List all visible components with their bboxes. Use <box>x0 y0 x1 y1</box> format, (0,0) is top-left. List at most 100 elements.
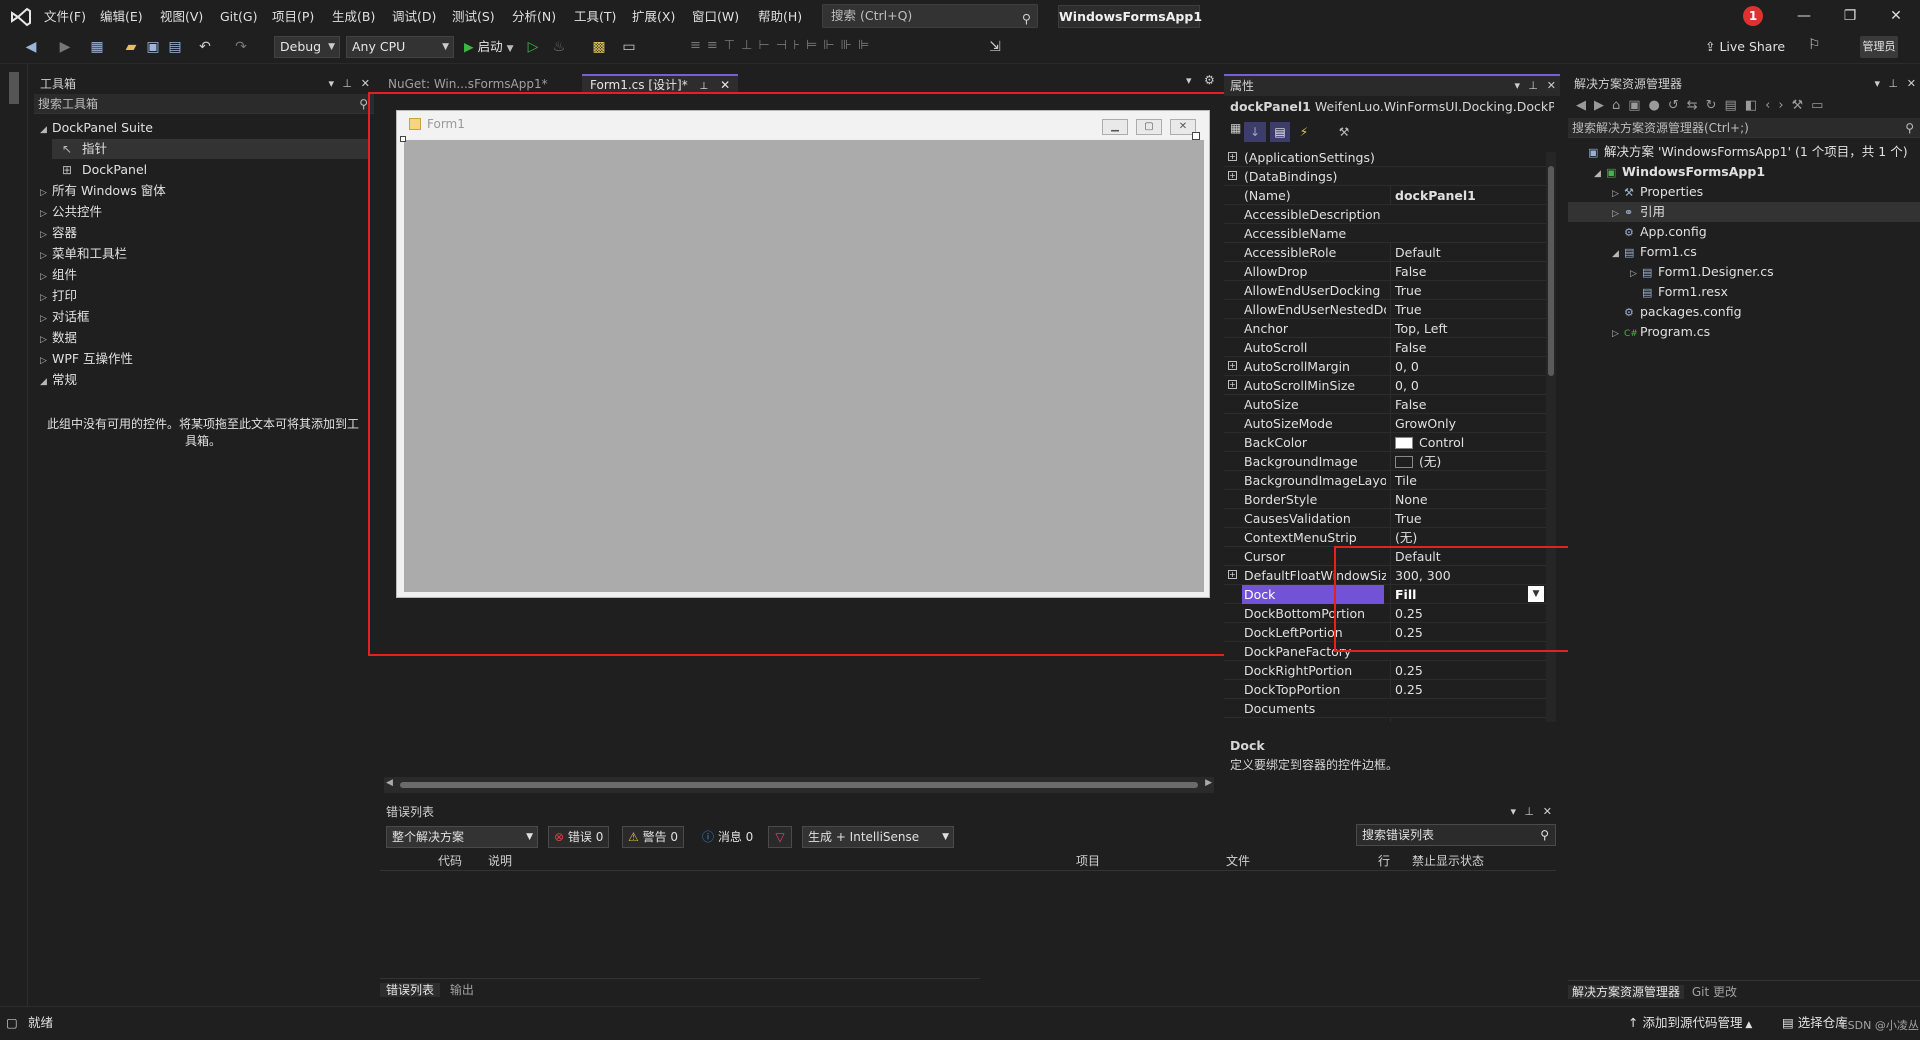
close-icon[interactable]: ✕ <box>720 78 730 92</box>
toolbox-group[interactable]: ▷ 菜单和工具栏 <box>40 244 368 264</box>
property-row[interactable]: DockTopPortion 0.25 <box>1224 680 1554 699</box>
chevron-collapsed-icon[interactable]: ▷ <box>1612 324 1624 344</box>
source-select[interactable]: 生成 + IntelliSense ▼ <box>802 826 954 848</box>
errors-filter-button[interactable]: ⊗ 错误 0 <box>548 826 610 848</box>
menu-item[interactable]: 分析(N) <box>512 7 556 27</box>
tab-git-changes[interactable]: Git 更改 <box>1688 985 1741 999</box>
column-header-code[interactable]: 代码 <box>438 852 462 870</box>
toolbox-group[interactable]: ▷ 公共控件 <box>40 202 368 222</box>
chevron-expanded-icon[interactable]: ◢ <box>1594 164 1606 184</box>
property-row[interactable]: Documents <box>1224 699 1554 718</box>
column-header-suppression[interactable]: 禁止显示状态 <box>1412 852 1484 870</box>
dropdown-icon[interactable]: ▾ <box>328 74 334 94</box>
solution-search-input[interactable]: 搜索解决方案资源管理器(Ctrl+;) ⚲ <box>1568 118 1920 138</box>
property-value[interactable]: Control <box>1390 433 1544 452</box>
platform-select[interactable]: Any CPU ▼ <box>346 36 454 58</box>
toolbox-group[interactable]: ◢ DockPanel Suite <box>40 118 368 138</box>
property-value[interactable]: 0 <box>1390 718 1544 722</box>
property-row[interactable]: ContextMenuStrip (无) <box>1224 528 1554 547</box>
menu-item[interactable]: 扩展(X) <box>632 7 675 27</box>
property-value[interactable]: None <box>1390 490 1544 509</box>
column-header-project[interactable]: 项目 <box>1076 852 1100 870</box>
error-search-input[interactable]: 搜索错误列表 ⚲ <box>1356 824 1556 846</box>
property-value[interactable]: False <box>1390 395 1544 414</box>
categorized-icon[interactable]: ▦ <box>1230 121 1241 135</box>
property-value[interactable]: True <box>1390 509 1544 528</box>
search-input[interactable]: 搜索 (Ctrl+Q) ⚲ <box>822 4 1038 28</box>
solution-tree-item[interactable]: ▷ ▤ Form1.Designer.cs <box>1568 262 1920 282</box>
layout-icon[interactable]: ▭ <box>620 38 638 56</box>
property-row[interactable]: AllowEndUserDocking True <box>1224 281 1554 300</box>
property-row[interactable]: AutoSize False <box>1224 395 1554 414</box>
scope-select[interactable]: 整个解决方案 ▼ <box>386 826 538 848</box>
toolbox-icon[interactable]: ▩ <box>590 38 608 56</box>
property-row[interactable]: + (ApplicationSettings) <box>1224 148 1554 167</box>
toolbox-group[interactable]: ▷ 容器 <box>40 223 368 243</box>
scroll-left-icon[interactable]: ◀ <box>386 778 393 788</box>
property-value[interactable]: True <box>1390 281 1544 300</box>
property-row[interactable]: AllowDrop False <box>1224 262 1554 281</box>
menu-item[interactable]: Git(G) <box>220 7 258 27</box>
solution-toolbar-icons[interactable]: ◀▶⌂▣●↺⇆↻▤◧‹›⚒▭ <box>1568 94 1920 118</box>
property-row[interactable]: CausesValidation True <box>1224 509 1554 528</box>
select-repository-button[interactable]: ▤ 选择仓库 <box>1782 1013 1848 1033</box>
save-all-icon[interactable]: ▤ <box>166 38 184 56</box>
menu-item[interactable]: 生成(B) <box>332 7 375 27</box>
property-row[interactable]: AutoScroll False <box>1224 338 1554 357</box>
menu-item[interactable]: 窗口(W) <box>692 7 739 27</box>
toolbox-group[interactable]: ▷ 所有 Windows 窗体 <box>40 181 368 201</box>
property-row[interactable]: DockRightPortion 0.25 <box>1224 661 1554 680</box>
property-row[interactable]: BackgroundImage (无) <box>1224 452 1554 471</box>
property-row[interactable]: BackgroundImageLayout Tile <box>1224 471 1554 490</box>
chevron-expanded-icon[interactable]: ◢ <box>1612 244 1624 264</box>
tab-order-icon[interactable]: ⇲ <box>986 38 1004 56</box>
feedback-icon[interactable]: ⚐ <box>1808 37 1821 53</box>
chevron-collapsed-icon[interactable]: ▷ <box>1612 204 1624 224</box>
tab-form1-design[interactable]: Form1.cs [设计]* ⊥ ✕ <box>582 74 739 94</box>
back-icon[interactable]: ◀ <box>22 38 40 56</box>
toolbox-side-tab-icon[interactable] <box>9 72 19 104</box>
pin-icon[interactable]: ⊥ <box>342 74 352 94</box>
property-value[interactable]: Top, Left <box>1390 319 1544 338</box>
menu-item[interactable]: 调试(D) <box>392 7 436 27</box>
toolbox-item[interactable]: ⊞ DockPanel <box>52 160 368 180</box>
warnings-filter-button[interactable]: ⚠ 警告 0 <box>622 826 685 848</box>
expand-icon[interactable]: + <box>1228 152 1237 161</box>
tab-solution-explorer[interactable]: 解决方案资源管理器 <box>1568 985 1685 999</box>
property-value[interactable]: (无) <box>1390 452 1544 471</box>
pin-icon[interactable]: ⊥ <box>1888 74 1898 94</box>
property-value[interactable]: (无) <box>1390 528 1544 547</box>
property-row[interactable]: + AutoScrollMargin 0, 0 <box>1224 357 1554 376</box>
expand-icon[interactable]: + <box>1228 171 1237 180</box>
solution-tree-item[interactable]: ▷ ⚒ Properties <box>1568 182 1920 202</box>
property-row[interactable]: (Name) dockPanel1 <box>1224 186 1554 205</box>
new-project-icon[interactable]: ▦ <box>88 38 106 56</box>
tab-output[interactable]: 输出 <box>444 983 480 997</box>
events-icon[interactable]: ⚡ <box>1294 122 1314 142</box>
property-value[interactable]: 0, 0 <box>1390 376 1544 395</box>
pin-icon[interactable]: ⊥ <box>1528 76 1538 96</box>
toolbox-group[interactable]: ▷ WPF 互操作性 <box>40 349 368 369</box>
property-row[interactable]: AccessibleName <box>1224 224 1554 243</box>
notifications-icon[interactable]: ▢ <box>6 1013 18 1033</box>
messages-filter-button[interactable]: ⓘ 消息 0 <box>696 826 759 848</box>
menu-item[interactable]: 文件(F) <box>44 7 86 27</box>
property-row[interactable]: AccessibleRole Default <box>1224 243 1554 262</box>
close-icon[interactable]: ✕ <box>1547 76 1556 96</box>
property-value[interactable]: Default <box>1390 243 1544 262</box>
property-value[interactable]: dockPanel1 <box>1390 186 1544 205</box>
menu-item[interactable]: 测试(S) <box>452 7 495 27</box>
horizontal-scrollbar[interactable]: ◀ ▶ <box>384 777 1214 793</box>
solution-tree-item[interactable]: ◢ ▤ Form1.cs <box>1568 242 1920 262</box>
close-icon[interactable]: ✕ <box>361 74 370 94</box>
forward-icon[interactable]: ▶ <box>56 38 74 56</box>
solution-tree-item[interactable]: ⚙ App.config <box>1568 222 1920 242</box>
expand-icon[interactable]: + <box>1228 380 1237 389</box>
menu-item[interactable]: 项目(P) <box>272 7 314 27</box>
property-row[interactable]: Anchor Top, Left <box>1224 319 1554 338</box>
chevron-collapsed-icon[interactable]: ▷ <box>1630 264 1642 284</box>
property-scroll-thumb[interactable] <box>1548 166 1554 376</box>
menu-item[interactable]: 工具(T) <box>574 7 616 27</box>
object-selector[interactable]: dockPanel1 WeifenLuo.WinFormsUI.Docking.… <box>1224 96 1554 118</box>
save-icon[interactable]: ▣ <box>144 38 162 56</box>
